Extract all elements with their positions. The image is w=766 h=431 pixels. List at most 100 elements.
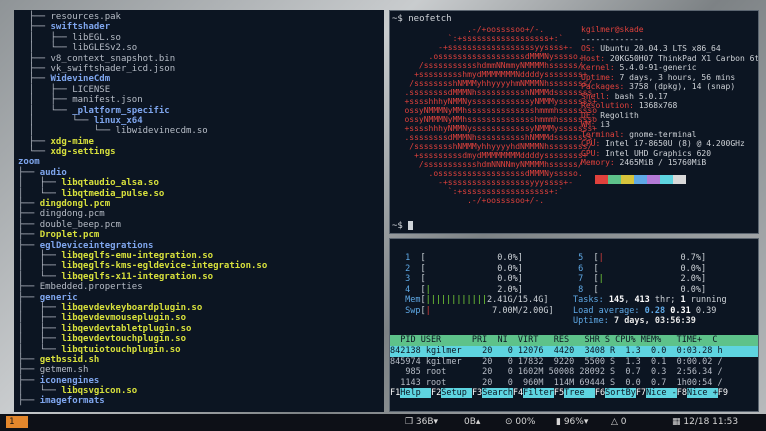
tree-entry-name[interactable]: double_beep.pcm [40, 220, 121, 230]
tree-row[interactable]: ├── Droplet.pcm [18, 230, 384, 240]
tree-entry-name[interactable]: eglDeviceintegrations [40, 241, 154, 251]
tree-entry-name[interactable]: libGLESv2.so [72, 43, 137, 53]
function-key-bar[interactable]: F1Help F2Setup F3SearchF4FilterF5Tree F6… [390, 388, 758, 399]
fkey-label[interactable]: Search [482, 388, 513, 398]
tree-entry-name[interactable]: libqtuiotouchplugin.so [61, 345, 180, 355]
tree-row[interactable]: ├── getmem.sh [18, 365, 384, 375]
fkey[interactable]: F1 [390, 388, 400, 398]
tree-row[interactable]: ├── double_beep.pcm [18, 220, 384, 230]
tree-entry-name[interactable]: LICENSE [72, 85, 110, 95]
tree-row[interactable]: │ └── libqtuiotouchplugin.so [18, 345, 384, 355]
process-row[interactable]: 1143 root 20 0 960M 114M 69444 S 0.0 0.7… [390, 378, 758, 389]
tree-row[interactable]: │ └── libqeglfs-x11-integration.so [18, 272, 384, 282]
tree-entry-name[interactable]: dingdong.pcm [40, 209, 105, 219]
tree-row[interactable]: │ └── libqsvgicon.so [18, 386, 384, 396]
tree-row[interactable]: │ ├── libEGL.so [18, 33, 384, 43]
fkey-label[interactable]: SortBy [605, 388, 636, 398]
fkey-label[interactable]: Tree [564, 388, 595, 398]
tree-entry-name[interactable]: WidevineCdm [51, 74, 111, 84]
tree-entry-name[interactable]: swiftshader [51, 22, 111, 32]
neofetch-terminal[interactable]: ~$ neofetch .-/+oossssoo+/-. `:+ssssssss… [389, 10, 759, 234]
fkey[interactable]: F9 [718, 388, 728, 398]
tree-row[interactable]: │ ├── LICENSE [18, 85, 384, 95]
tree-entry-name[interactable]: libqeglfs-x11-integration.so [61, 272, 213, 282]
tree-entry-name[interactable]: audio [40, 168, 67, 178]
process-header[interactable]: PID USER PRI NI VIRT RES SHR S CPU% MEM%… [390, 335, 758, 346]
tree-row[interactable]: zoom [18, 157, 384, 167]
tree-entry-name[interactable]: libqevdevkeyboardplugin.so [61, 303, 202, 313]
tree-row[interactable]: │ ├── libqevdevtabletplugin.so [18, 324, 384, 334]
process-row[interactable]: 985 root 20 0 1602M 50008 28092 S 0.7 0.… [390, 367, 758, 378]
tree-row[interactable]: │ └── linux_x64 [18, 116, 384, 126]
tree-row[interactable]: │ ├── libqevdevtouchplugin.so [18, 334, 384, 344]
tree-entry-name[interactable]: libqeglfs-emu-integration.so [61, 251, 213, 261]
fkey-label[interactable]: Setup [441, 388, 472, 398]
tree-terminal[interactable]: ├── resources.pak ├── swiftshader │ ├── … [14, 10, 384, 412]
tree-entry-name[interactable]: libqevdevmouseplugin.so [61, 313, 186, 323]
tree-entry-name[interactable]: resources.pak [51, 12, 121, 22]
tree-row[interactable]: │ └── libwidevinecdm.so [18, 126, 384, 136]
process-row[interactable]: 845974 kgilmer 20 0 17832 9220 5500 S 1.… [390, 357, 758, 368]
tree-row[interactable]: │ └── libGLESv2.so [18, 43, 384, 53]
tree-row[interactable]: │ ├── libqevdevkeyboardplugin.so [18, 303, 384, 313]
tree-entry-name[interactable]: v8_context_snapshot.bin [51, 54, 176, 64]
tree-row[interactable]: ├── generic [18, 293, 384, 303]
tree-entry-name[interactable]: libwidevinecdm.so [116, 126, 208, 136]
fkey-label[interactable]: Nice + [687, 388, 718, 398]
tree-row[interactable]: ├── eglDeviceintegrations [18, 241, 384, 251]
tree-entry-name[interactable]: iconengines [40, 376, 100, 386]
tree-row[interactable]: │ └── libqtmedia_pulse.so [18, 189, 384, 199]
tree-row[interactable]: ├── resources.pak [18, 12, 384, 22]
tree-entry-name[interactable]: libqevdevtabletplugin.so [61, 324, 191, 334]
fkey[interactable]: F4 [513, 388, 523, 398]
tree-entry-name[interactable]: getbssid.sh [40, 355, 100, 365]
fkey-label[interactable]: Help [400, 388, 431, 398]
tree-entry-name[interactable]: libqeglfs-kms-egldevice-integration.so [61, 261, 267, 271]
tree-row[interactable]: ├── Embedded.properties [18, 282, 384, 292]
tree-row[interactable]: ├── iconengines [18, 376, 384, 386]
tree-entry-name[interactable]: zoom [18, 157, 40, 167]
tree-entry-name[interactable]: dingdongl.pcm [40, 199, 110, 209]
tree-entry-name[interactable]: linux_x64 [94, 116, 143, 126]
tree-row[interactable]: ├── imageformats [18, 396, 384, 406]
wifi-status[interactable]: ❒ 36B▾ [405, 417, 438, 427]
tree-row[interactable]: ├── audio [18, 168, 384, 178]
tree-row[interactable]: │ ├── libqeglfs-emu-integration.so [18, 251, 384, 261]
fkey[interactable]: F2 [431, 388, 441, 398]
htop-terminal[interactable]: 1 [ 0.0%] 2 [ 0.0%] 3 [ 0.0%] 4 [| 2.0%]… [389, 238, 759, 412]
tree-row[interactable]: ├── v8_context_snapshot.bin [18, 54, 384, 64]
tree-row[interactable]: ├── xdg-mime [18, 137, 384, 147]
clock-status[interactable]: ▦ 12/18 11:53 [672, 417, 738, 427]
tree-row[interactable]: │ ├── libqtaudio_alsa.so [18, 178, 384, 188]
workspace-button[interactable]: 1 [6, 416, 28, 428]
process-row[interactable]: 842138 kgilmer 20 0 12076 4420 3408 R 1.… [390, 346, 758, 357]
fkey[interactable]: F6 [595, 388, 605, 398]
tree-row[interactable]: ├── vk_swiftshader_icd.json [18, 64, 384, 74]
tree-row[interactable]: ├── WidevineCdm [18, 74, 384, 84]
tree-entry-name[interactable]: generic [40, 293, 78, 303]
fkey[interactable]: F7 [636, 388, 646, 398]
tree-entry-name[interactable]: getmem.sh [40, 365, 89, 375]
tree-entry-name[interactable]: Droplet.pcm [40, 230, 100, 240]
fkey[interactable]: F5 [554, 388, 564, 398]
fkey-label[interactable]: Nice - [646, 388, 677, 398]
tree-entry-name[interactable]: xdg-settings [51, 147, 116, 157]
tree-entry-name[interactable]: libqevdevtouchplugin.so [61, 334, 186, 344]
tree-row[interactable]: │ ├── manifest.json [18, 95, 384, 105]
tree-entry-name[interactable]: libqsvgicon.so [61, 386, 137, 396]
fkey[interactable]: F3 [472, 388, 482, 398]
tree-entry-name[interactable]: Embedded.properties [40, 282, 143, 292]
tree-row[interactable]: ├── swiftshader [18, 22, 384, 32]
cpu-status[interactable]: ⊙ 00% [505, 417, 535, 427]
tree-row[interactable]: └── xdg-settings [18, 147, 384, 157]
tree-row[interactable]: │ ├── libqeglfs-kms-egldevice-integratio… [18, 261, 384, 271]
tree-entry-name[interactable]: libEGL.so [72, 33, 121, 43]
tree-entry-name[interactable]: libqtmedia_pulse.so [61, 189, 164, 199]
tree-entry-name[interactable]: xdg-mime [51, 137, 94, 147]
tree-entry-name[interactable]: libqtaudio_alsa.so [61, 178, 159, 188]
tree-row[interactable]: │ └── _platform_specific [18, 106, 384, 116]
tree-row[interactable]: ├── getbssid.sh [18, 355, 384, 365]
fkey[interactable]: F8 [677, 388, 687, 398]
tree-entry-name[interactable]: _platform_specific [72, 106, 170, 116]
battery-status[interactable]: ▮ 96%▾ [556, 417, 588, 427]
